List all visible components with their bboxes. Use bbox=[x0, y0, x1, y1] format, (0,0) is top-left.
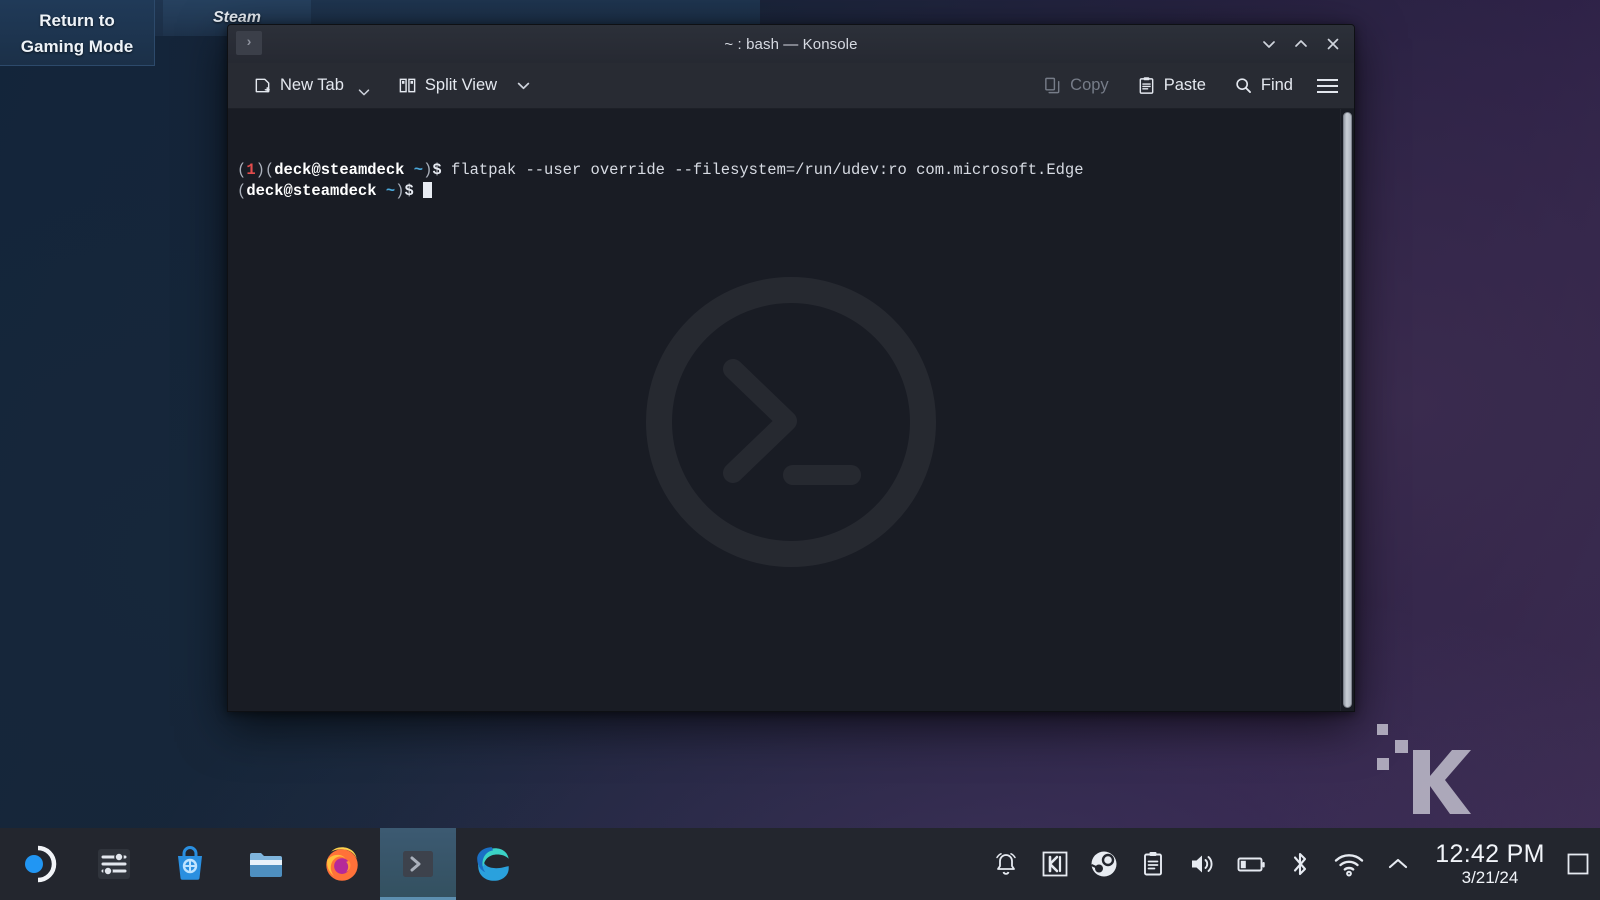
clock-date: 3/21/24 bbox=[1462, 869, 1519, 886]
knowtechie-watermark-logo bbox=[1365, 718, 1485, 818]
hamburger-menu-icon[interactable] bbox=[1310, 69, 1344, 103]
new-tab-label: New Tab bbox=[280, 76, 344, 95]
taskbar-item-firefox[interactable] bbox=[304, 828, 380, 900]
clock[interactable]: 12:42 PM 3/21/24 bbox=[1424, 828, 1556, 900]
copy-button[interactable]: Copy bbox=[1034, 69, 1118, 103]
search-icon bbox=[1234, 76, 1253, 95]
konsole-window: › ~ : bash — Konsole bbox=[227, 24, 1355, 712]
copy-icon bbox=[1043, 76, 1062, 95]
prompt2-cwd: ~ bbox=[386, 182, 395, 200]
kde-connect-icon[interactable] bbox=[1033, 828, 1077, 900]
split-view-chevron-down-icon[interactable] bbox=[514, 69, 532, 103]
application-launcher-icon bbox=[18, 844, 58, 884]
new-tab-button[interactable]: New Tab bbox=[244, 69, 353, 103]
edge-icon bbox=[473, 843, 515, 885]
close-icon[interactable] bbox=[1318, 29, 1348, 59]
split-view-label: Split View bbox=[425, 76, 497, 95]
terminal-scrollbar-thumb[interactable] bbox=[1343, 112, 1352, 708]
folder-icon bbox=[246, 844, 286, 884]
taskbar-item-system-settings[interactable] bbox=[76, 828, 152, 900]
taskbar: 12:42 PM 3/21/24 bbox=[0, 828, 1600, 900]
prompt-symbol: $ bbox=[432, 161, 441, 179]
prompt-space bbox=[404, 161, 413, 179]
notifications-icon[interactable] bbox=[984, 828, 1028, 900]
show-desktop-button[interactable] bbox=[1556, 828, 1600, 900]
return-to-gaming-mode-button[interactable]: Return to Gaming Mode bbox=[0, 0, 155, 66]
paste-button[interactable]: Paste bbox=[1128, 69, 1215, 103]
taskbar-item-application-launcher[interactable] bbox=[0, 828, 76, 900]
new-tab-chevron-down-icon[interactable] bbox=[355, 69, 373, 103]
exit-code: 1 bbox=[246, 161, 255, 179]
prompt2-space bbox=[377, 182, 386, 200]
window-title: ~ : bash — Konsole bbox=[228, 36, 1354, 53]
prompt2-symbol: $ bbox=[404, 182, 413, 200]
new-tab-icon bbox=[253, 76, 272, 95]
return-to-gaming-mode-line2: Gaming Mode bbox=[0, 34, 154, 60]
tray-expand-icon[interactable] bbox=[1376, 828, 1420, 900]
steam-icon[interactable] bbox=[1082, 828, 1126, 900]
prompt2-paren-open: ( bbox=[237, 182, 246, 200]
discover-store-icon bbox=[170, 844, 210, 884]
show-desktop-icon bbox=[1565, 851, 1591, 877]
prompt-paren-close: )( bbox=[256, 161, 275, 179]
desktop: Return to Gaming Mode Steam › ~ : bash —… bbox=[0, 0, 1600, 900]
konsole-icon bbox=[398, 844, 438, 884]
terminal-command: flatpak --user override --filesystem=/ru… bbox=[451, 161, 1084, 179]
prompt-paren-open: ( bbox=[237, 161, 246, 179]
taskbar-item-discover-store[interactable] bbox=[152, 828, 228, 900]
minimize-icon[interactable] bbox=[1254, 29, 1284, 59]
konsole-titlebar[interactable]: › ~ : bash — Konsole bbox=[228, 25, 1354, 63]
konsole-tab-icon[interactable]: › bbox=[236, 31, 262, 55]
split-view-button[interactable]: Split View bbox=[389, 69, 506, 103]
volume-icon[interactable] bbox=[1180, 828, 1224, 900]
find-label: Find bbox=[1261, 76, 1293, 95]
clock-time: 12:42 PM bbox=[1435, 842, 1544, 868]
prompt-paren-end: ) bbox=[423, 161, 432, 179]
prompt2-user-host: deck@steamdeck bbox=[246, 182, 376, 200]
terminal-line-2: (deck@steamdeck ~)$ bbox=[237, 181, 1334, 202]
taskbar-launchers bbox=[0, 828, 532, 900]
wifi-icon[interactable] bbox=[1327, 828, 1371, 900]
battery-icon[interactable] bbox=[1229, 828, 1273, 900]
split-view-icon bbox=[398, 76, 417, 95]
maximize-icon[interactable] bbox=[1286, 29, 1316, 59]
return-to-gaming-mode-line1: Return to bbox=[0, 8, 154, 34]
terminal-scrollbar[interactable] bbox=[1340, 109, 1354, 711]
terminal-line-1: (1)(deck@steamdeck ~)$ flatpak --user ov… bbox=[237, 160, 1334, 181]
terminal-cursor bbox=[423, 182, 432, 198]
bluetooth-icon[interactable] bbox=[1278, 828, 1322, 900]
prompt2-gap bbox=[414, 182, 423, 200]
taskbar-tray bbox=[984, 828, 1424, 900]
terminal-output[interactable]: (1)(deck@steamdeck ~)$ flatpak --user ov… bbox=[228, 109, 1340, 711]
clipboard-icon[interactable] bbox=[1131, 828, 1175, 900]
system-settings-icon bbox=[94, 844, 134, 884]
paste-label: Paste bbox=[1164, 76, 1206, 95]
terminal-area[interactable]: (1)(deck@steamdeck ~)$ flatpak --user ov… bbox=[228, 109, 1354, 711]
prompt-user-host: deck@steamdeck bbox=[274, 161, 404, 179]
taskbar-item-file-manager[interactable] bbox=[228, 828, 304, 900]
prompt-cwd: ~ bbox=[414, 161, 423, 179]
taskbar-item-konsole[interactable] bbox=[380, 828, 456, 900]
konsole-toolbar: New Tab Split View bbox=[228, 63, 1354, 109]
konsole-tab-icon-glyph: › bbox=[245, 35, 253, 51]
window-controls bbox=[1254, 25, 1348, 63]
taskbar-item-microsoft-edge[interactable] bbox=[456, 828, 532, 900]
copy-label: Copy bbox=[1070, 76, 1109, 95]
firefox-icon bbox=[321, 843, 363, 885]
prompt-gap bbox=[442, 161, 451, 179]
paste-icon bbox=[1137, 76, 1156, 95]
find-button[interactable]: Find bbox=[1225, 69, 1302, 103]
